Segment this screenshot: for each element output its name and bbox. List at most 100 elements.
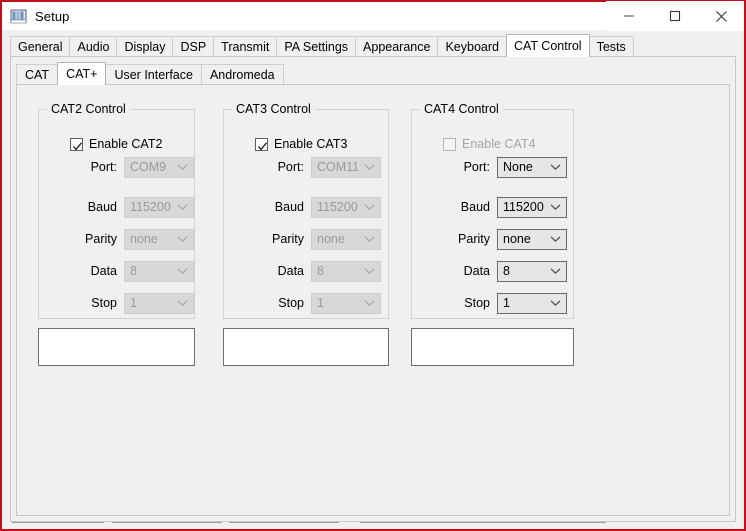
label-parity: Parity [458,232,490,246]
tab-general[interactable]: General [10,36,70,56]
chevron-down-icon [364,299,375,307]
title-bar: Setup [2,0,744,30]
combo-value: 8 [498,264,510,278]
chevron-down-icon [364,235,375,243]
group-title: CAT2 Control [47,102,130,116]
combo-value: COM11 [312,160,359,174]
enable-checkbox-label: Enable CAT3 [274,137,347,151]
combo-parity: none [124,229,194,250]
subtab-cat-[interactable]: CAT+ [57,62,106,85]
chevron-down-icon [550,299,561,307]
chevron-down-icon [364,267,375,275]
label-port: Port: [464,160,490,174]
enable-checkbox-row[interactable]: Enable CAT3 [255,137,347,151]
checkbox-icon[interactable] [443,138,456,151]
chevron-down-icon [177,235,188,243]
subtab-user-interface[interactable]: User Interface [105,64,202,84]
tab-keyboard[interactable]: Keyboard [437,36,507,56]
label-stop: Stop [278,296,304,310]
chevron-down-icon [177,163,188,171]
label-stop: Stop [91,296,117,310]
sub-tab-strip: CATCAT+User InterfaceAndromeda [16,62,735,84]
group-cat2-control: CAT2 ControlEnable CAT2Port:COM9Baud1152… [38,109,195,319]
cat-plus-tab-page: CAT2 Control Enable CAT2 Port: COM9 Baud 1152… [16,84,730,516]
label-baud: Baud [88,200,117,214]
label-data: Data [278,264,304,278]
label-data: Data [464,264,490,278]
enable-checkbox-label: Enable CAT4 [462,137,535,151]
enable-checkbox-label: Enable CAT2 [89,137,162,151]
label-data: Data [91,264,117,278]
combo-value: none [498,232,531,246]
tab-pa-settings[interactable]: PA Settings [276,36,356,56]
tab-appearance[interactable]: Appearance [355,36,438,56]
combo-value: 8 [312,264,324,278]
maximize-button[interactable] [652,1,698,31]
enable-checkbox-row[interactable]: Enable CAT4 [443,137,535,151]
tab-audio[interactable]: Audio [69,36,117,56]
combo-value: 1 [312,296,324,310]
status-textbox[interactable] [411,328,574,366]
status-textbox[interactable] [223,328,389,366]
tab-cat-control[interactable]: CAT Control [506,34,590,57]
close-button[interactable] [698,1,744,31]
minimize-button[interactable] [606,1,652,31]
combo-parity: none [311,229,381,250]
combo-value: 1 [498,296,510,310]
combo-stop[interactable]: 1 [497,293,567,314]
chevron-down-icon [550,235,561,243]
combo-value: none [125,232,158,246]
chevron-down-icon [177,203,188,211]
enable-checkbox-row[interactable]: Enable CAT2 [70,137,162,151]
chevron-down-icon [177,299,188,307]
combo-data: 8 [311,261,381,282]
label-baud: Baud [461,200,490,214]
tab-tests[interactable]: Tests [589,36,634,56]
window-title: Setup [35,10,69,23]
label-stop: Stop [464,296,490,310]
checkbox-icon[interactable] [70,138,83,151]
subtab-andromeda[interactable]: Andromeda [201,64,284,84]
label-parity: Parity [272,232,304,246]
combo-port: COM9 [124,157,194,178]
chevron-down-icon [364,203,375,211]
label-baud: Baud [275,200,304,214]
combo-stop: 1 [311,293,381,314]
combo-value: 8 [125,264,137,278]
chevron-down-icon [364,163,375,171]
combo-value: 115200 [498,200,544,214]
app-icon [10,8,27,25]
combo-value: 1 [125,296,137,310]
combo-value: None [498,160,533,174]
combo-baud[interactable]: 115200 [497,197,567,218]
label-parity: Parity [85,232,117,246]
group-title: CAT3 Control [232,102,315,116]
group-cat3-control: CAT3 ControlEnable CAT3Port:COM11Baud115… [223,109,389,319]
tab-dsp[interactable]: DSP [172,36,214,56]
combo-value: 115200 [125,200,171,214]
tab-display[interactable]: Display [116,36,173,56]
combo-data: 8 [124,261,194,282]
combo-port: COM11 [311,157,381,178]
window-controls [606,1,744,31]
combo-baud: 115200 [311,197,381,218]
combo-port[interactable]: None [497,157,567,178]
cat-control-tab-page: CATCAT+User InterfaceAndromeda CAT2 Cont… [10,56,736,522]
chevron-down-icon [177,267,188,275]
tab-transmit[interactable]: Transmit [213,36,277,56]
combo-stop: 1 [124,293,194,314]
setup-window: Setup GeneralAudioDisplayDSPTransmitPA S… [0,0,746,531]
combo-value: COM9 [125,160,166,174]
combo-value: none [312,232,345,246]
label-port: Port: [91,160,117,174]
checkbox-icon[interactable] [255,138,268,151]
status-textbox[interactable] [38,328,195,366]
combo-data[interactable]: 8 [497,261,567,282]
combo-parity[interactable]: none [497,229,567,250]
chevron-down-icon [550,203,561,211]
chevron-down-icon [550,267,561,275]
combo-baud: 115200 [124,197,194,218]
combo-value: 115200 [312,200,358,214]
main-tab-strip: GeneralAudioDisplayDSPTransmitPA Setting… [10,34,744,56]
subtab-cat[interactable]: CAT [16,64,58,84]
